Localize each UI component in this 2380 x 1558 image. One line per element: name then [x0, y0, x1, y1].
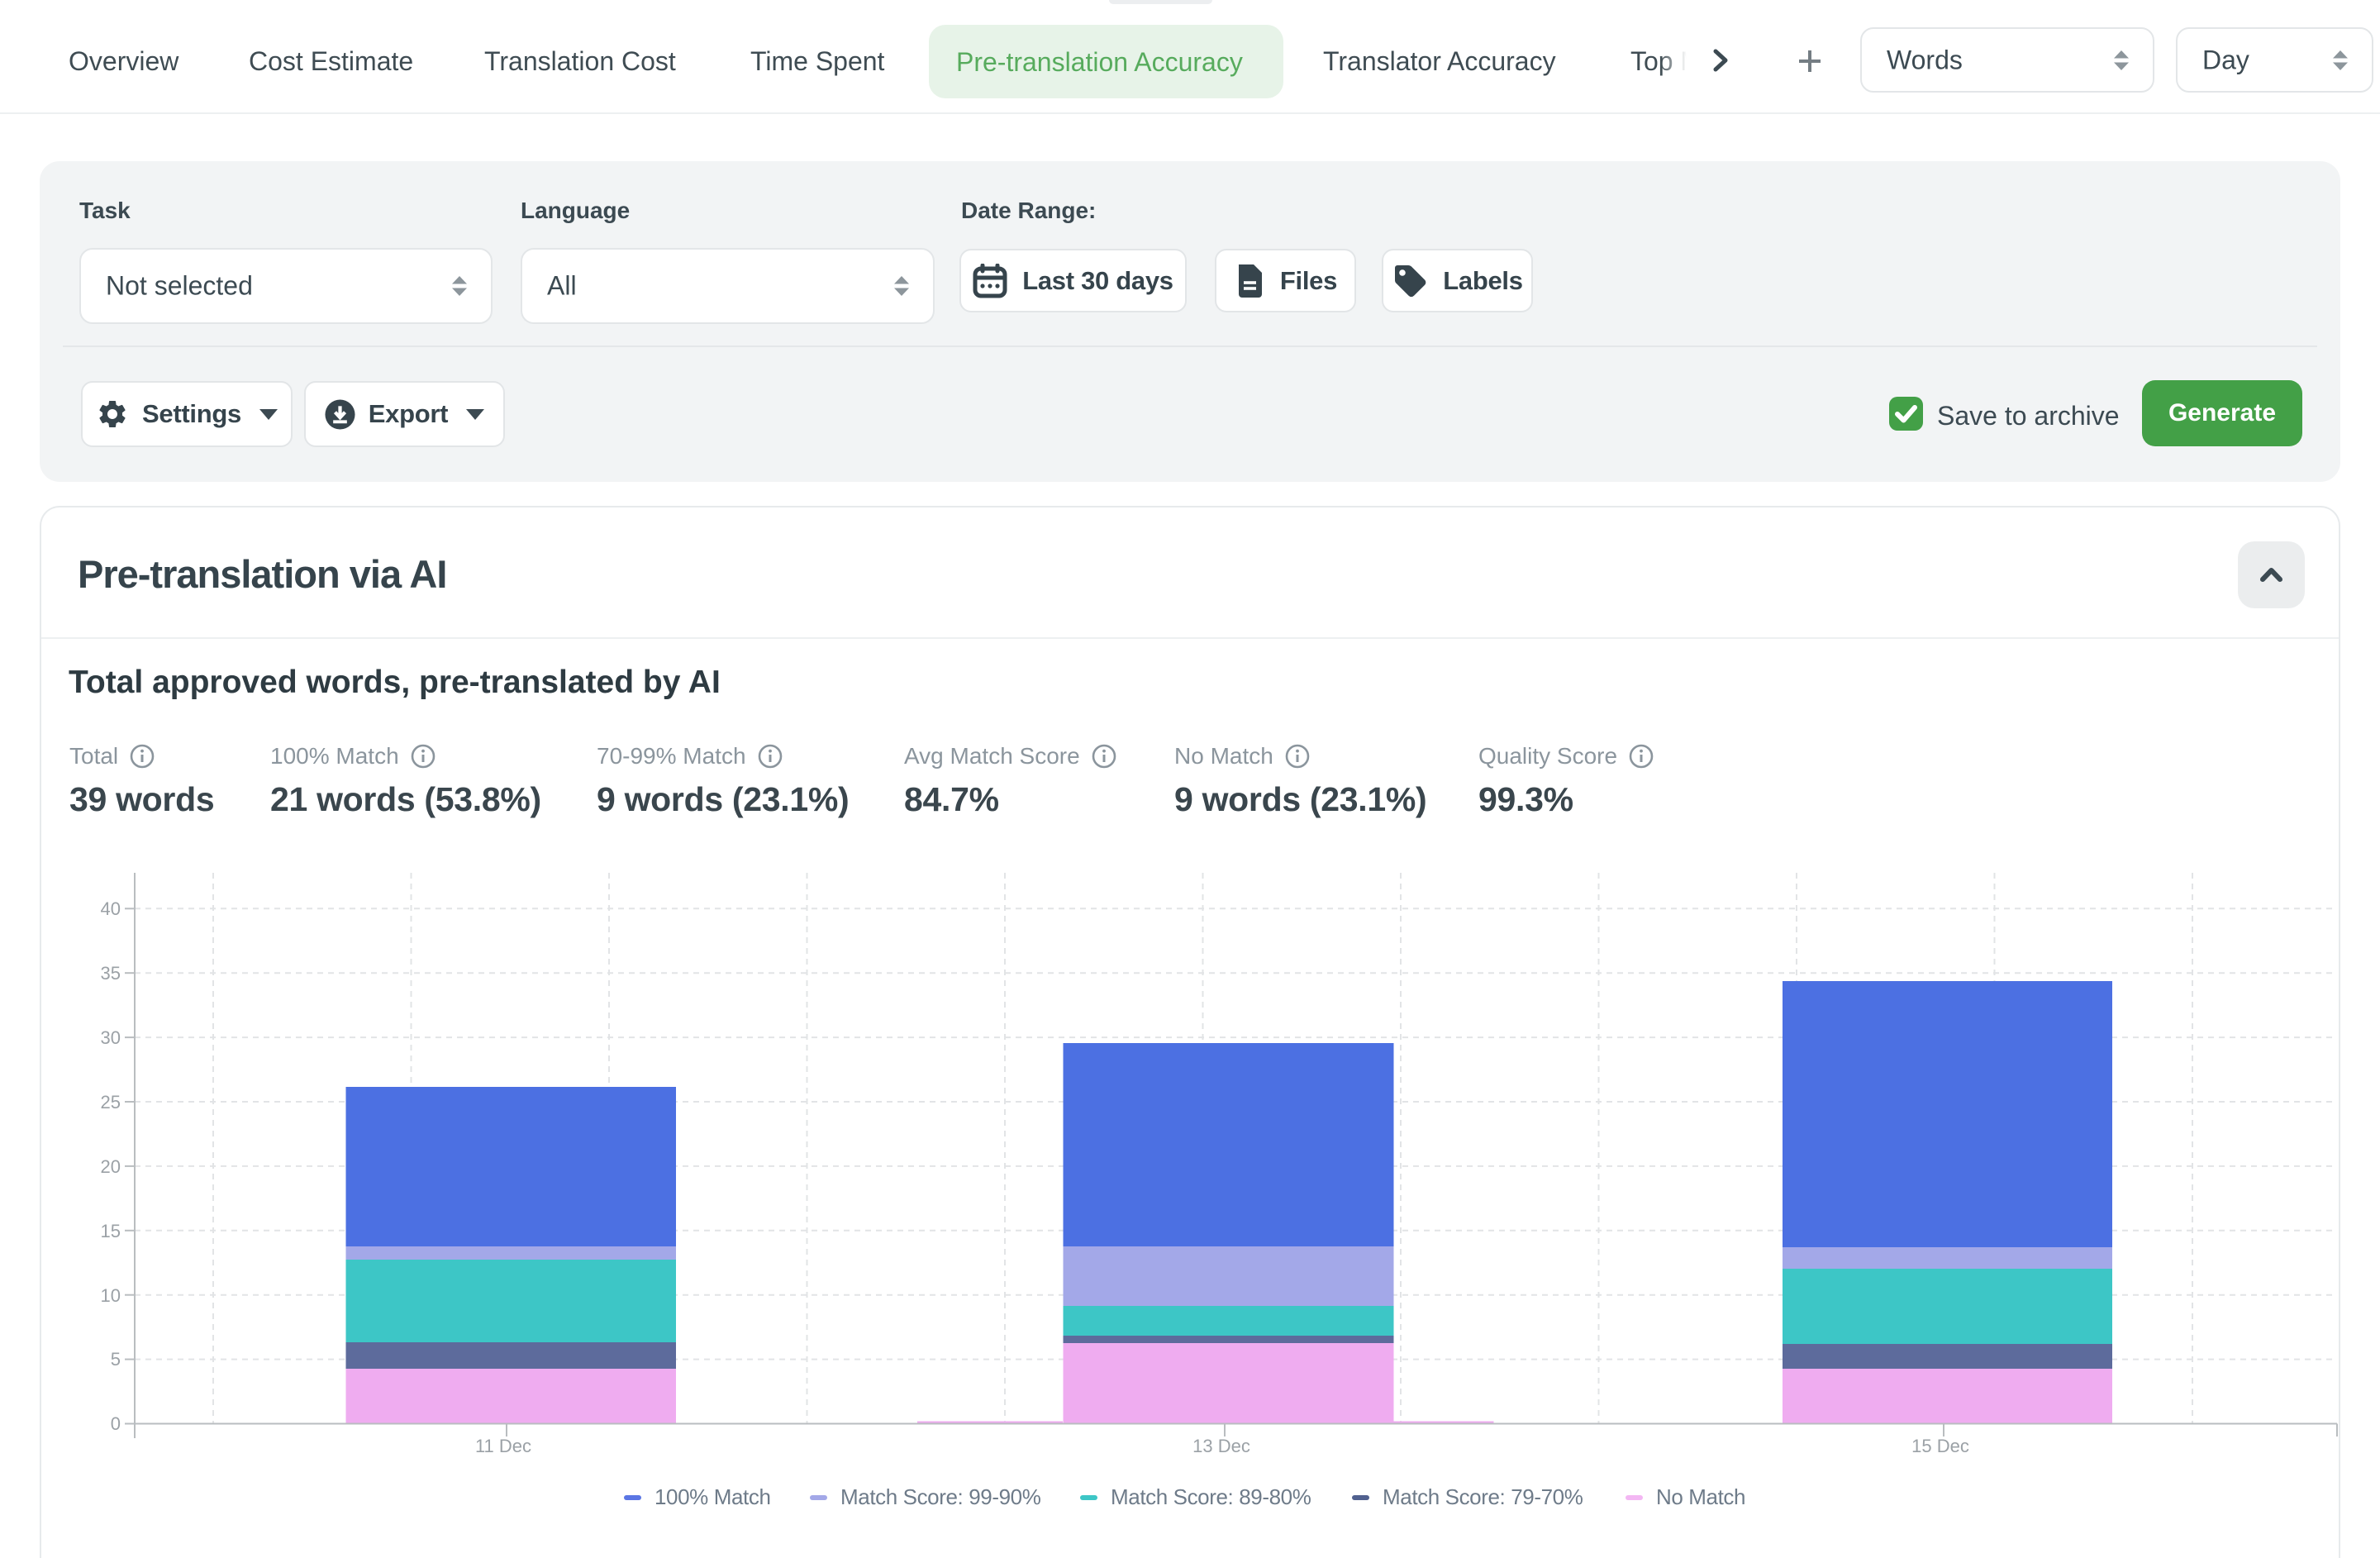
svg-text:5: 5 — [111, 1349, 121, 1370]
svg-text:40: 40 — [101, 898, 121, 919]
svg-text:13 Dec: 13 Dec — [1192, 1436, 1250, 1456]
svg-text:0: 0 — [111, 1413, 121, 1434]
svg-text:20: 20 — [101, 1156, 121, 1177]
svg-text:15: 15 — [101, 1221, 121, 1241]
svg-text:11 Dec: 11 Dec — [475, 1436, 531, 1456]
svg-text:30: 30 — [101, 1027, 121, 1048]
svg-text:35: 35 — [101, 963, 121, 984]
svg-text:25: 25 — [101, 1092, 121, 1113]
svg-text:10: 10 — [101, 1285, 121, 1306]
svg-text:15 Dec: 15 Dec — [1911, 1436, 1969, 1456]
